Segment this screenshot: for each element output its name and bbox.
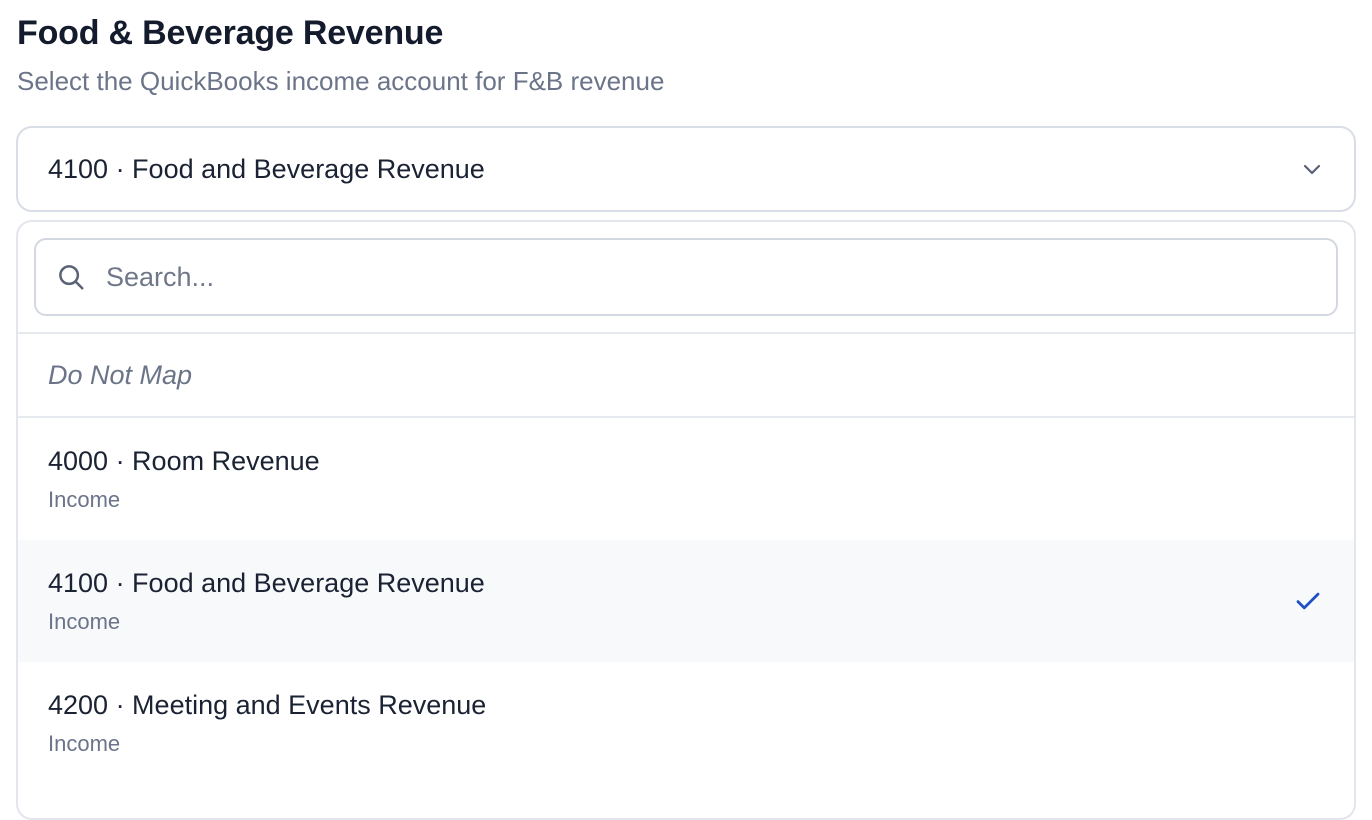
option-type: Income [48, 731, 121, 757]
search-input[interactable] [106, 261, 1316, 293]
option-name: 4000 · Room Revenue [48, 445, 320, 476]
option-type: Income [48, 609, 121, 635]
option-room-revenue[interactable]: 4000 · Room Revenue Income [18, 418, 1354, 540]
section-title: Food & Beverage Revenue [17, 14, 444, 52]
selected-account-value: 4100 · Food and Beverage Revenue [48, 153, 485, 184]
section-subtitle: Select the QuickBooks income account for… [17, 66, 665, 96]
option-name: 4100 · Food and Beverage Revenue [48, 567, 485, 598]
option-food-beverage-revenue[interactable]: 4100 · Food and Beverage Revenue Income [18, 540, 1354, 662]
option-meeting-events-revenue[interactable]: 4200 · Meeting and Events Revenue Income [18, 662, 1354, 784]
check-icon [1292, 585, 1324, 617]
search-box[interactable] [34, 238, 1338, 316]
option-do-not-map[interactable]: Do Not Map [18, 334, 1354, 418]
option-name: 4200 · Meeting and Events Revenue [48, 689, 487, 720]
search-icon [56, 261, 88, 293]
option-type: Income [48, 487, 121, 513]
chevron-down-icon [1298, 155, 1326, 183]
account-dropdown: Do Not Map 4000 · Room Revenue Income 41… [16, 220, 1356, 820]
account-select[interactable]: 4100 · Food and Beverage Revenue [16, 126, 1356, 212]
search-container [18, 222, 1354, 334]
